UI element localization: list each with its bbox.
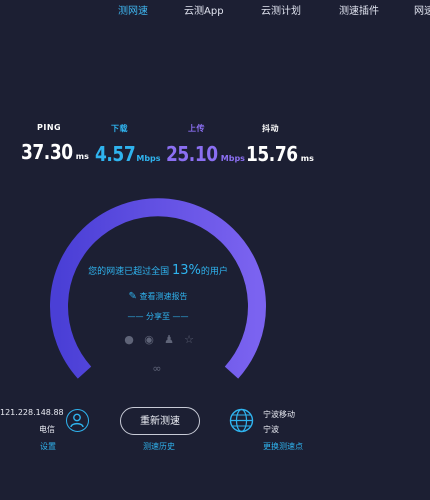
user-icon[interactable] [66, 409, 89, 432]
view-report-link[interactable]: ✎ 查看测速报告 [0, 291, 316, 302]
beat-suffix: 的用户 [200, 267, 228, 277]
beat-percent: 13% [171, 263, 201, 278]
share-label: —— 分享至 —— [127, 312, 189, 321]
qq-icon[interactable]: ♟ [162, 333, 176, 347]
weibo-icon[interactable]: ◉ [142, 333, 156, 347]
wechat-icon[interactable]: ● [122, 333, 136, 347]
star-icon[interactable]: ☆ [182, 333, 196, 347]
share-icons: ● ◉ ♟ ☆ [120, 333, 196, 349]
beat-percent-text: 您的网速已超过全国 13%的用户 [0, 263, 316, 278]
history-link[interactable]: 测速历史 [143, 441, 175, 452]
link-icon[interactable]: ∞ [150, 362, 164, 376]
report-label: 查看测速报告 [139, 292, 188, 301]
change-server-link[interactable]: 更换测速点 [263, 441, 303, 452]
settings-link[interactable]: 设置 [40, 441, 56, 452]
server-provider: 宁波移动 [263, 410, 295, 419]
globe-icon[interactable] [229, 408, 254, 433]
retest-button[interactable]: 重新测速 [120, 407, 200, 435]
report-icon: ✎ [128, 291, 137, 302]
speedtest-app: 测网速 云测App 云测计划 测速插件 网速 PING 37.30 ms 下载 4… [0, 0, 430, 500]
speed-gauge [50, 198, 266, 379]
client-ip: 121.228.148.88 [0, 408, 64, 417]
beat-prefix: 您的网速已超过全国 [88, 267, 170, 277]
client-isp: 电信 [39, 425, 55, 434]
server-city: 宁波 [263, 425, 279, 434]
